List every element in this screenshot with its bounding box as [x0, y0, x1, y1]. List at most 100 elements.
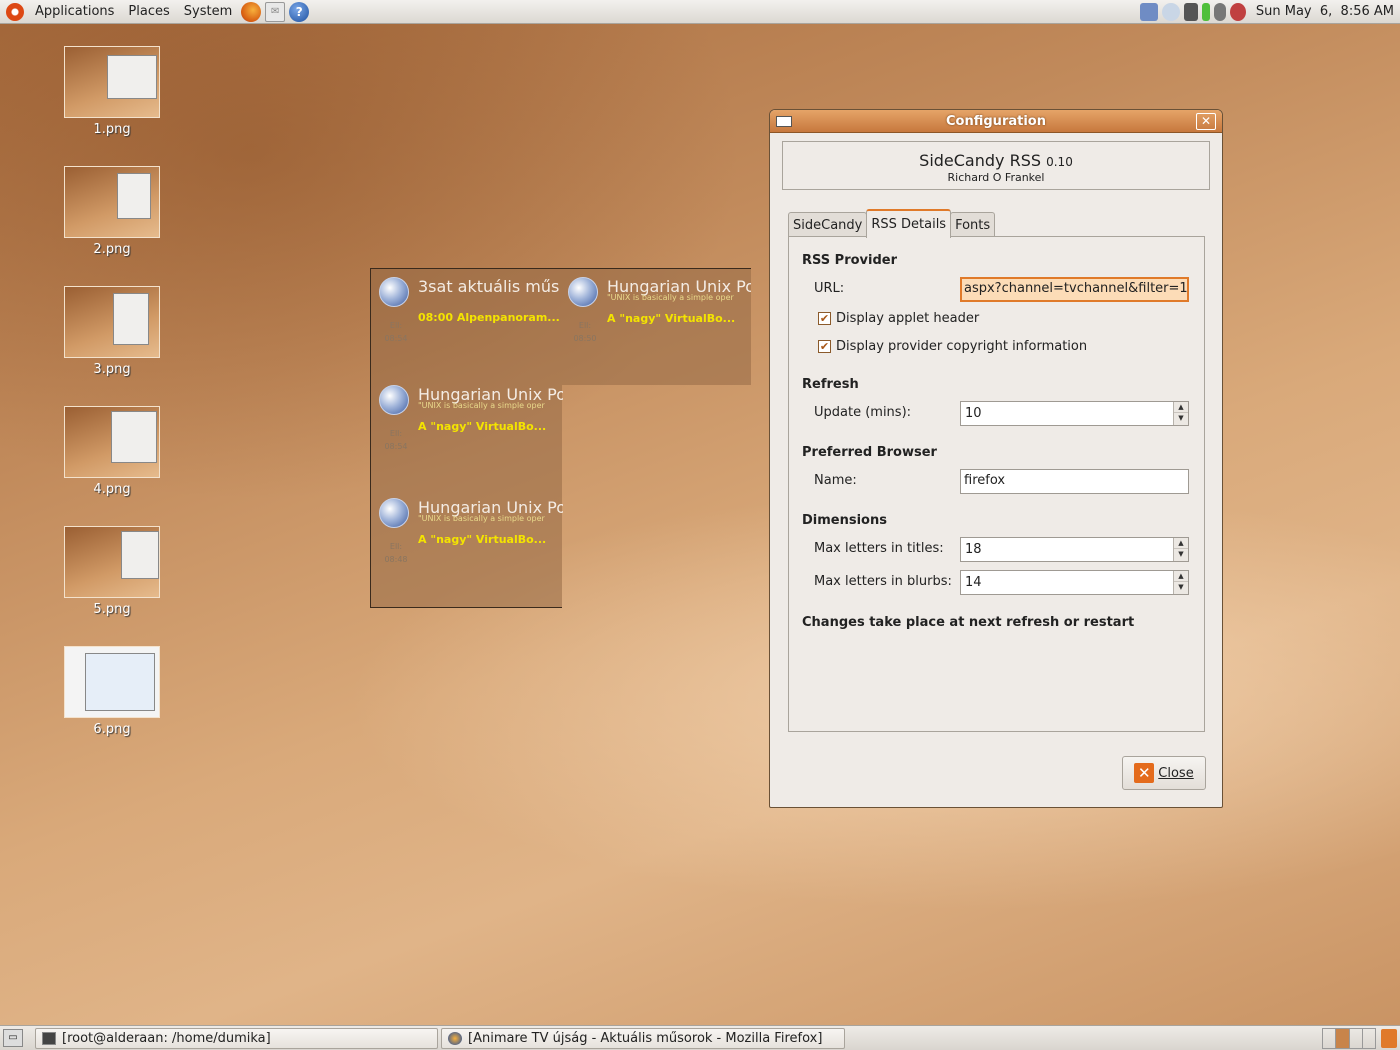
- taskbar-item-label: [Animare TV újság - Aktuális műsorok - M…: [468, 1031, 823, 1046]
- feed-title: 3sat aktuális műs: [418, 277, 560, 296]
- ubuntu-logo-icon[interactable]: [6, 2, 24, 21]
- menu-system[interactable]: System: [177, 0, 239, 24]
- globe-icon: [379, 385, 409, 415]
- desktop-icon-6[interactable]: 6.png: [62, 646, 162, 737]
- max-blurbs-value[interactable]: 14: [965, 575, 982, 590]
- dialog-title: Configuration: [946, 113, 1046, 129]
- tab-rss-details[interactable]: RSS Details: [866, 209, 952, 238]
- image-thumbnail: [64, 406, 160, 478]
- search-icon[interactable]: [1161, 2, 1180, 21]
- max-titles-spinner[interactable]: 18 ▲ ▼: [960, 537, 1189, 562]
- display-copyright-row[interactable]: ✔ Display provider copyright information: [818, 339, 1087, 354]
- desktop-icon-1[interactable]: 1.png: [62, 46, 162, 137]
- mail-launcher-icon[interactable]: ✉: [265, 1, 286, 22]
- display-copyright-label: Display provider copyright information: [836, 339, 1088, 354]
- app-author: Richard O Frankel: [947, 171, 1045, 184]
- tab-bar: SideCandy RSS Details Fonts: [788, 209, 996, 238]
- desktop-icon-label: 3.png: [93, 362, 131, 377]
- taskbar-item-firefox[interactable]: [Animare TV újság - Aktuális műsorok - M…: [441, 1028, 845, 1049]
- section-preferred-browser: Preferred Browser: [802, 445, 937, 460]
- taskbar-item-terminal[interactable]: [root@alderaan: /home/dumika]: [35, 1028, 438, 1049]
- feed-blurb: A "nagy" VirtualBo...: [607, 312, 736, 325]
- desktop-icon-4[interactable]: 4.png: [62, 406, 162, 497]
- close-icon: ✕: [1134, 763, 1155, 783]
- spinner-buttons: ▲ ▼: [1173, 571, 1188, 594]
- menu-applications[interactable]: Applications: [28, 0, 121, 24]
- globe-icon: [379, 498, 409, 528]
- terminal-icon: [42, 1032, 56, 1045]
- firefox-icon: [448, 1032, 462, 1045]
- window-menu-icon[interactable]: [776, 116, 792, 127]
- tab-sidecandy[interactable]: SideCandy: [788, 212, 868, 238]
- firefox-launcher-icon[interactable]: [241, 1, 262, 22]
- feed-blurb: A "nagy" VirtualBo...: [418, 420, 547, 433]
- spin-up-icon[interactable]: ▲: [1174, 402, 1188, 413]
- image-thumbnail: [64, 46, 160, 118]
- update-mins-label: Update (mins):: [814, 405, 912, 420]
- feed-time: Ell: 08:50: [573, 321, 597, 343]
- feed-time: Ell: 08:48: [384, 542, 408, 564]
- feed-item[interactable]: Hungarian Unix Po "UNIX is basically a s…: [371, 377, 563, 489]
- battery-icon[interactable]: [1201, 2, 1210, 21]
- browser-name-input[interactable]: firefox: [960, 469, 1189, 494]
- spinner-buttons: ▲ ▼: [1173, 402, 1188, 425]
- url-label: URL:: [814, 281, 845, 296]
- max-titles-label: Max letters in titles:: [814, 541, 944, 556]
- feed-item[interactable]: 3sat aktuális műs 08:00 Alpenpanoram... …: [371, 269, 563, 377]
- spin-up-icon[interactable]: ▲: [1174, 538, 1188, 549]
- display-header-row[interactable]: ✔ Display applet header: [818, 311, 979, 326]
- app-version: 0.10: [1046, 155, 1073, 169]
- dialog-titlebar[interactable]: Configuration ✕: [770, 110, 1222, 133]
- display-copyright-checkbox[interactable]: ✔: [818, 340, 831, 353]
- workspace-2[interactable]: [1336, 1029, 1350, 1048]
- monitor-icon[interactable]: [1183, 2, 1198, 21]
- desktop-icon-label: 4.png: [93, 482, 131, 497]
- update-mins-spinner[interactable]: 10 ▲ ▼: [960, 401, 1189, 426]
- image-thumbnail: [64, 286, 160, 358]
- display-header-checkbox[interactable]: ✔: [818, 312, 831, 325]
- spin-down-icon[interactable]: ▼: [1174, 582, 1188, 593]
- sidecandy-widget-column-2: Hungarian Unix Po "UNIX is basically a s…: [562, 268, 751, 385]
- workspace-1[interactable]: [1323, 1029, 1337, 1048]
- update-mins-value[interactable]: 10: [965, 406, 982, 421]
- feed-item[interactable]: Hungarian Unix Po "UNIX is basically a s…: [371, 490, 563, 602]
- spin-up-icon[interactable]: ▲: [1174, 571, 1188, 582]
- close-button[interactable]: ✕ Close: [1122, 756, 1206, 790]
- desktop-icon-2[interactable]: 2.png: [62, 166, 162, 257]
- window-close-button[interactable]: ✕: [1196, 113, 1216, 130]
- volume-muted-icon[interactable]: [1229, 2, 1246, 21]
- help-launcher-icon[interactable]: ?: [289, 1, 310, 22]
- desktop-icon-5[interactable]: 5.png: [62, 526, 162, 617]
- tab-fonts[interactable]: Fonts: [950, 212, 996, 238]
- feed-subtitle: "UNIX is basically a simple oper: [418, 514, 545, 523]
- desktop-icon-label: 2.png: [93, 242, 131, 257]
- desktop-icon-label: 1.png: [93, 122, 131, 137]
- image-thumbnail: [64, 166, 160, 238]
- browser-name-label: Name:: [814, 473, 857, 488]
- rss-details-panel: RSS Provider URL: aspx?channel=tvchannel…: [788, 236, 1205, 732]
- workspace-4[interactable]: [1363, 1029, 1375, 1048]
- system-tray: Sun May 6, 8:56 AM: [1139, 2, 1400, 21]
- spin-down-icon[interactable]: ▼: [1174, 413, 1188, 424]
- section-rss-provider: RSS Provider: [802, 253, 898, 268]
- about-header: SideCandy RSS 0.10 Richard O Frankel: [782, 141, 1210, 190]
- max-blurbs-label: Max letters in blurbs:: [814, 574, 952, 589]
- spin-down-icon[interactable]: ▼: [1174, 549, 1188, 560]
- power-plug-icon[interactable]: [1213, 2, 1226, 21]
- image-thumbnail: [64, 526, 160, 598]
- trash-icon[interactable]: [1381, 1029, 1397, 1048]
- show-desktop-icon[interactable]: ▭: [3, 1029, 23, 1047]
- top-panel: Applications Places System ✉ ? Sun May 6…: [0, 0, 1400, 24]
- workspace-3[interactable]: [1350, 1029, 1363, 1048]
- url-input[interactable]: aspx?channel=tvchannel&filter=18: [960, 277, 1189, 302]
- clock[interactable]: Sun May 6, 8:56 AM: [1256, 4, 1394, 19]
- applet-icon[interactable]: [1139, 2, 1158, 21]
- feed-time: Ell: 08:54: [384, 429, 408, 451]
- menu-places[interactable]: Places: [121, 0, 176, 24]
- configuration-dialog: Configuration ✕ SideCandy RSS 0.10 Richa…: [769, 109, 1223, 808]
- close-button-label: Close: [1158, 765, 1194, 781]
- max-blurbs-spinner[interactable]: 14 ▲ ▼: [960, 570, 1189, 595]
- max-titles-value[interactable]: 18: [965, 542, 982, 557]
- desktop-icon-3[interactable]: 3.png: [62, 286, 162, 377]
- feed-item[interactable]: Hungarian Unix Po "UNIX is basically a s…: [562, 269, 751, 377]
